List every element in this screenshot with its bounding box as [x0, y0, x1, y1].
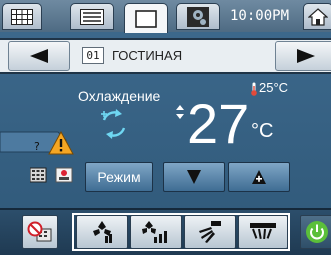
fan-direction-button[interactable]	[76, 215, 128, 249]
single-unit-icon	[135, 9, 157, 28]
grid-icon	[11, 8, 33, 25]
triangle-up-icon	[252, 170, 266, 184]
room-selector-bar: 01 ГОСТИНАЯ	[0, 38, 331, 74]
louver-icon	[199, 221, 221, 243]
settings-icon	[187, 6, 209, 27]
power-icon	[306, 221, 328, 243]
triangle-down-icon	[187, 170, 201, 184]
tab-settings[interactable]	[176, 3, 220, 30]
room-number: 01	[82, 47, 104, 64]
temperature-unit: °C	[251, 120, 274, 142]
prohibit-icon	[27, 221, 52, 242]
home-icon	[308, 7, 328, 26]
thermostat-screen: 10:00PM 01 ГОСТИНАЯ ? Охлаждение 25°C 27…	[0, 0, 331, 255]
room-name: ГОСТИНАЯ	[112, 48, 183, 63]
bottom-toolbar	[0, 208, 331, 255]
schedule-icons	[30, 167, 73, 183]
tab-home[interactable]	[303, 3, 331, 30]
thermometer-icon	[251, 82, 257, 96]
fan-direction-icon	[93, 221, 112, 243]
vane-icon	[250, 223, 276, 240]
tab-list[interactable]	[70, 3, 114, 30]
up-down-icon	[176, 105, 184, 119]
set-temperature: 27	[187, 92, 250, 155]
filter-icon	[55, 167, 73, 183]
prohibit-button[interactable]	[22, 215, 58, 249]
power-button[interactable]	[300, 215, 331, 249]
arrow-left-icon	[30, 49, 48, 63]
top-tab-bar: 10:00PM	[0, 0, 331, 33]
list-icon	[80, 8, 104, 25]
clock: 10:00PM	[230, 8, 290, 24]
svg-text:?: ?	[34, 140, 40, 153]
keypad-icon	[30, 167, 47, 183]
tab-grid[interactable]	[2, 3, 42, 30]
louver-button[interactable]	[184, 215, 236, 249]
fan-speed-icon	[142, 221, 167, 243]
arrow-right-icon	[297, 49, 315, 63]
temperature-down-button[interactable]	[163, 162, 225, 192]
cooling-mode-icon	[101, 109, 126, 139]
warning-icon[interactable]	[48, 131, 74, 155]
operation-mode-label: Охлаждение	[78, 88, 161, 104]
next-room-button[interactable]	[275, 41, 331, 71]
mode-button[interactable]: Режим	[85, 162, 153, 192]
fan-speed-button[interactable]	[130, 215, 182, 249]
previous-room-button[interactable]	[8, 41, 70, 71]
temperature-up-button[interactable]	[228, 162, 290, 192]
vane-button[interactable]	[238, 215, 288, 249]
tab-single-unit[interactable]	[124, 3, 168, 33]
room-temperature: 25°C	[259, 80, 289, 95]
